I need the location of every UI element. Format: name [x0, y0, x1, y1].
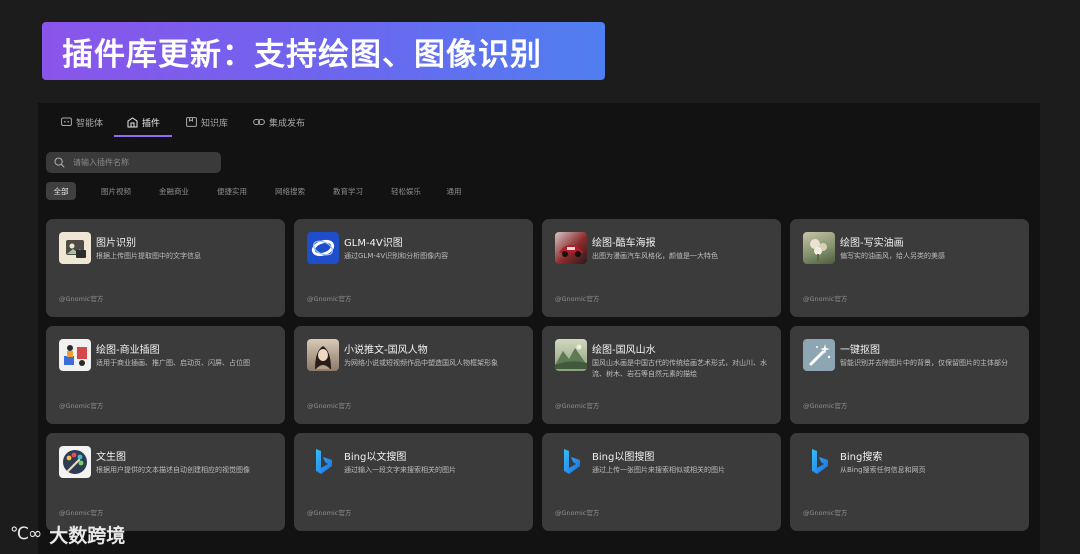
plugin-author: @Gnomic官方 [555, 402, 600, 410]
plugin-description: 从Bing搜索任何信息和网页 [840, 466, 926, 474]
plugin-title: 绘图-写实油画 [840, 238, 904, 249]
plugin-description: 智能识别并去除图片中的背景，仅保留图片的主体部分 [840, 359, 1008, 367]
glm-4v-icon [307, 232, 339, 264]
tab-publish-label: 集成发布 [269, 118, 306, 129]
tab-agents-label: 智能体 [76, 118, 104, 129]
plugin-card-glm-4v[interactable]: GLM-4V识图 通过GLM-4V识别和分析图像内容 @Gnomic官方 [294, 219, 533, 317]
plugin-description: 通过输入一段文字来搜索相关的图片 [344, 466, 456, 474]
plugin-store-window: 智能体 插件 知识库 集成发布 全部 图片视频 金融商业 便捷实用 网络搜索 教… [38, 103, 1040, 554]
plugin-description: 适用于商业插画、推广图、启动页、闪屏、占位图 [96, 359, 250, 367]
plugin-title: Bing以图搜图 [592, 452, 655, 463]
plugin-author: @Gnomic官方 [803, 509, 848, 517]
plugin-card-bing-text-image-search[interactable]: Bing以文搜图 通过输入一段文字来搜索相关的图片 @Gnomic官方 [294, 433, 533, 531]
plugin-title: 绘图-国风山水 [592, 345, 656, 356]
filter-all[interactable]: 全部 [46, 182, 76, 200]
plugin-author: @Gnomic官方 [307, 402, 352, 410]
plugin-title: 一键抠图 [840, 345, 880, 356]
image-recognition-icon [59, 232, 91, 264]
watermark-text: 大数跨境 [49, 524, 126, 547]
car-poster-thumbnail [555, 232, 587, 264]
plugin-card-oil-painting[interactable]: 绘图-写实油画 偏写实的油画风，给人另类的美感 @Gnomic官方 [790, 219, 1029, 317]
filter-utilities[interactable]: 便捷实用 [212, 182, 252, 200]
plugin-title: 文生图 [96, 452, 126, 463]
tab-plugins[interactable]: 插件 [127, 111, 160, 133]
tab-agents[interactable]: 智能体 [61, 111, 103, 133]
publish-icon [253, 119, 265, 125]
plugin-description: 根据上传图片提取图中的文字信息 [96, 252, 201, 260]
plugin-title: 绘图-商业插图 [96, 345, 160, 356]
plugin-title: 图片识别 [96, 238, 136, 249]
plugin-card-landscape-painting[interactable]: 绘图-国风山水 国风山水画是中国古代的传统绘画艺术形式，对山川、水流、树木、岩石… [542, 326, 781, 424]
plugin-author: @Gnomic官方 [803, 295, 848, 303]
plugin-card-image-recognition[interactable]: 图片识别 根据上传图片提取图中的文字信息 @Gnomic官方 [46, 219, 285, 317]
plugin-card-bing-search[interactable]: Bing搜索 从Bing搜索任何信息和网页 @Gnomic官方 [790, 433, 1029, 531]
watermark-logo: ℃∞ [10, 524, 42, 544]
knowledge-icon [186, 117, 197, 127]
palette-icon [59, 446, 91, 478]
filter-web-search[interactable]: 网络搜索 [270, 182, 310, 200]
agent-icon [61, 117, 72, 126]
plugin-description: 国风山水画是中国古代的传统绘画艺术形式，对山川、水流、树木、岩石等自然元素的描绘 [592, 359, 767, 378]
landscape-painting-thumbnail [555, 339, 587, 371]
plugin-card-text-to-image[interactable]: 文生图 根据用户提供的文本描述自动创建相应的视觉图像 @Gnomic官方 [46, 433, 285, 531]
top-tabs: 智能体 插件 知识库 集成发布 [38, 103, 1040, 137]
filter-finance-business[interactable]: 金融商业 [154, 182, 194, 200]
plugin-author: @Gnomic官方 [555, 509, 600, 517]
tab-knowledge[interactable]: 知识库 [186, 111, 228, 133]
plugin-description: 通过GLM-4V识别和分析图像内容 [344, 252, 449, 260]
filter-entertainment[interactable]: 轻松娱乐 [386, 182, 426, 200]
plugin-description: 为网络小说或短视频作品中塑造国风人物框架形象 [344, 359, 498, 367]
plugin-title: Bing搜索 [840, 452, 883, 463]
plugin-title: 小说推文-国风人物 [344, 345, 428, 356]
plugin-search-box[interactable] [46, 152, 221, 173]
tab-knowledge-label: 知识库 [201, 118, 229, 129]
plugin-card-car-poster[interactable]: 绘图-酷车海报 出图为漫画汽车风格化，颜值是一大特色 @Gnomic官方 [542, 219, 781, 317]
plugin-author: @Gnomic官方 [803, 402, 848, 410]
plugin-author: @Gnomic官方 [59, 295, 104, 303]
plugin-author: @Gnomic官方 [555, 295, 600, 303]
plugin-title: 绘图-酷车海报 [592, 238, 656, 249]
search-input[interactable] [71, 157, 215, 168]
plugin-icon [127, 116, 138, 127]
bing-icon [803, 446, 835, 478]
plugin-title: GLM-4V识图 [344, 238, 403, 249]
plugin-author: @Gnomic官方 [59, 509, 104, 517]
plugin-author: @Gnomic官方 [59, 402, 104, 410]
bing-icon [555, 446, 587, 478]
plugin-author: @Gnomic官方 [307, 509, 352, 517]
business-illustration-icon [59, 339, 91, 371]
watermark: ℃∞ 大数跨境 [10, 520, 125, 548]
bing-icon [307, 446, 339, 478]
filter-image-video[interactable]: 图片视频 [96, 182, 136, 200]
promo-banner: 插件库更新：支持绘图、图像识别 [42, 22, 605, 80]
plugin-description: 偏写实的油画风，给人另类的美感 [840, 252, 945, 260]
active-tab-indicator [114, 135, 172, 137]
plugin-description: 出图为漫画汽车风格化，颜值是一大特色 [592, 252, 718, 260]
filter-general[interactable]: 通用 [442, 182, 466, 200]
filter-education[interactable]: 教育学习 [328, 182, 368, 200]
banner-title: 插件库更新：支持绘图、图像识别 [62, 36, 542, 73]
plugin-card-remove-background[interactable]: 一键抠图 智能识别并去除图片中的背景，仅保留图片的主体部分 @Gnomic官方 [790, 326, 1029, 424]
plugin-description: 通过上传一张图片来搜索相似或相关的图片 [592, 466, 725, 474]
guofeng-character-thumbnail [307, 339, 339, 371]
plugin-card-guofeng-character[interactable]: 小说推文-国风人物 为网络小说或短视频作品中塑造国风人物框架形象 @Gnomic… [294, 326, 533, 424]
search-icon [54, 157, 65, 168]
magic-wand-icon [803, 339, 835, 371]
oil-painting-thumbnail [803, 232, 835, 264]
plugin-author: @Gnomic官方 [307, 295, 352, 303]
tab-plugins-label: 插件 [142, 118, 161, 129]
tab-publish[interactable]: 集成发布 [253, 111, 305, 133]
plugin-description: 根据用户提供的文本描述自动创建相应的视觉图像 [96, 466, 250, 474]
plugin-card-business-illustration[interactable]: 绘图-商业插图 适用于商业插画、推广图、启动页、闪屏、占位图 @Gnomic官方 [46, 326, 285, 424]
plugin-title: Bing以文搜图 [344, 452, 407, 463]
plugin-card-bing-image-search[interactable]: Bing以图搜图 通过上传一张图片来搜索相似或相关的图片 @Gnomic官方 [542, 433, 781, 531]
